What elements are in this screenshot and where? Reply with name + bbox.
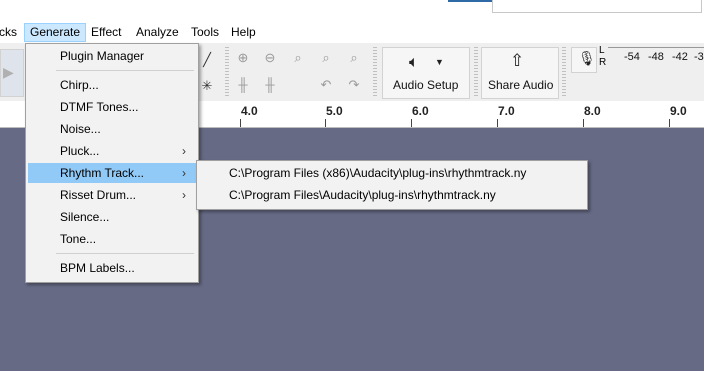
meter-tick: -54 xyxy=(624,51,640,63)
ruler-tick-label: 5.0 xyxy=(326,104,343,118)
menu-item-chirp[interactable]: Chirp... xyxy=(28,75,196,95)
share-icon: ⇧ xyxy=(510,51,525,70)
menu-item-label: DTMF Tones... xyxy=(60,100,139,114)
audio-setup-button[interactable]: 🔈︎ ▼ Audio Setup xyxy=(382,47,470,99)
submenu-item-label: C:\Program Files\Audacity\plug-ins\rhyth… xyxy=(229,188,496,202)
ruler-mark xyxy=(240,119,241,127)
menu-separator xyxy=(56,253,194,254)
meter-tick: -48 xyxy=(648,51,664,63)
fit-project-icon[interactable]: ⌕ xyxy=(315,47,337,69)
meter-right-label: R xyxy=(599,57,607,68)
record-meter-button[interactable]: 🎙︎ xyxy=(571,47,597,73)
ruler-mark xyxy=(497,119,498,127)
menu-item-rhythm-track[interactable]: Rhythm Track... › xyxy=(28,163,196,183)
fit-selection-icon[interactable]: ⌕ xyxy=(287,47,309,69)
zoom-toggle-icon[interactable]: ⌕ xyxy=(343,47,365,69)
menu-item-label: Noise... xyxy=(60,122,101,136)
menu-item-label: Silence... xyxy=(60,210,110,224)
meter-tick: -3( xyxy=(694,51,704,63)
menu-item-risset-drum[interactable]: Risset Drum... › xyxy=(28,185,196,205)
menu-item-label: Chirp... xyxy=(60,78,99,92)
chevron-down-icon: ▼ xyxy=(435,57,444,67)
ruler-tick-label: 8.0 xyxy=(584,104,601,118)
menu-effect[interactable]: Effect xyxy=(86,24,126,41)
meter-tick: -42 xyxy=(672,51,688,63)
menu-help[interactable]: Help xyxy=(226,24,261,41)
menu-item-plugin-manager[interactable]: Plugin Manager xyxy=(28,46,196,66)
menu-analyze[interactable]: Analyze xyxy=(131,24,184,41)
menu-item-label: Tone... xyxy=(60,232,97,246)
submenu-item-x86-path[interactable]: C:\Program Files (x86)\Audacity\plug-ins… xyxy=(199,163,585,183)
menu-item-dtmf-tones[interactable]: DTMF Tones... xyxy=(28,97,196,117)
menu-tools[interactable]: Tools xyxy=(186,24,224,41)
ruler-tick-label: 4.0 xyxy=(241,104,258,118)
menu-item-label: Plugin Manager xyxy=(60,49,145,63)
skip-icon[interactable]: ▶ xyxy=(3,64,14,81)
window-top-strip xyxy=(0,0,704,22)
top-field xyxy=(492,0,702,13)
toolbar-grip[interactable] xyxy=(225,47,229,97)
trim-icon[interactable]: ╫ xyxy=(232,74,254,96)
zoom-in-icon[interactable]: ⊕ xyxy=(232,47,254,69)
undo-icon[interactable]: ↶ xyxy=(315,74,337,96)
audio-setup-label: Audio Setup xyxy=(393,78,459,92)
ruler-mark xyxy=(669,119,670,127)
share-audio-label: Share Audio xyxy=(488,78,554,92)
chevron-right-icon: › xyxy=(182,144,186,158)
menu-item-silence[interactable]: Silence... xyxy=(28,207,196,227)
toolbar-grip[interactable] xyxy=(562,47,566,97)
menu-item-label: Pluck... xyxy=(60,144,100,158)
rhythm-track-submenu: C:\Program Files (x86)\Audacity\plug-ins… xyxy=(196,160,588,210)
menu-item-label: BPM Labels... xyxy=(60,261,135,275)
submenu-item-path[interactable]: C:\Program Files\Audacity\plug-ins\rhyth… xyxy=(199,185,585,205)
ruler-tick-label: 9.0 xyxy=(670,104,687,118)
menu-separator xyxy=(56,70,194,71)
ruler-tick-label: 7.0 xyxy=(498,104,515,118)
meter-left-label: L xyxy=(599,45,605,56)
generate-menu: Plugin Manager Chirp... DTMF Tones... No… xyxy=(25,43,199,283)
ruler-tick-label: 6.0 xyxy=(412,104,429,118)
menu-item-label: Risset Drum... xyxy=(60,188,137,202)
speaker-icon: 🔈︎ xyxy=(409,54,419,71)
redo-icon[interactable]: ↷ xyxy=(343,74,365,96)
share-audio-button[interactable]: ⇧ Share Audio xyxy=(481,47,559,99)
ruler-mark xyxy=(583,119,584,127)
menubar: cks Generate Effect Analyze Tools Help xyxy=(0,22,704,43)
silence-icon[interactable]: ╫ xyxy=(259,74,281,96)
microphone-icon: 🎙︎ xyxy=(578,50,596,66)
accent-line xyxy=(448,0,492,2)
menu-item-bpm-labels[interactable]: BPM Labels... xyxy=(28,258,196,278)
ruler-mark xyxy=(325,119,326,127)
menu-item-noise[interactable]: Noise... xyxy=(28,119,196,139)
meter-scale-line xyxy=(608,47,704,48)
toolbar-grip[interactable] xyxy=(474,47,478,97)
chevron-right-icon: › xyxy=(182,166,186,180)
chevron-right-icon: › xyxy=(182,188,186,202)
zoom-out-icon[interactable]: ⊖ xyxy=(259,47,281,69)
menu-item-tone[interactable]: Tone... xyxy=(28,229,196,249)
menu-tracks[interactable]: cks xyxy=(0,24,22,41)
toolbar-grip[interactable] xyxy=(373,47,377,97)
multi-tool-icon[interactable]: ✳ xyxy=(196,75,218,97)
menu-item-pluck[interactable]: Pluck... › xyxy=(28,141,196,161)
transport-block: ▶ xyxy=(0,49,24,97)
draw-tool-icon[interactable]: ╱ xyxy=(196,49,218,71)
menu-item-label: Rhythm Track... xyxy=(60,166,145,180)
menu-generate[interactable]: Generate xyxy=(24,23,87,42)
submenu-item-label: C:\Program Files (x86)\Audacity\plug-ins… xyxy=(229,166,527,180)
ruler-mark xyxy=(411,119,412,127)
